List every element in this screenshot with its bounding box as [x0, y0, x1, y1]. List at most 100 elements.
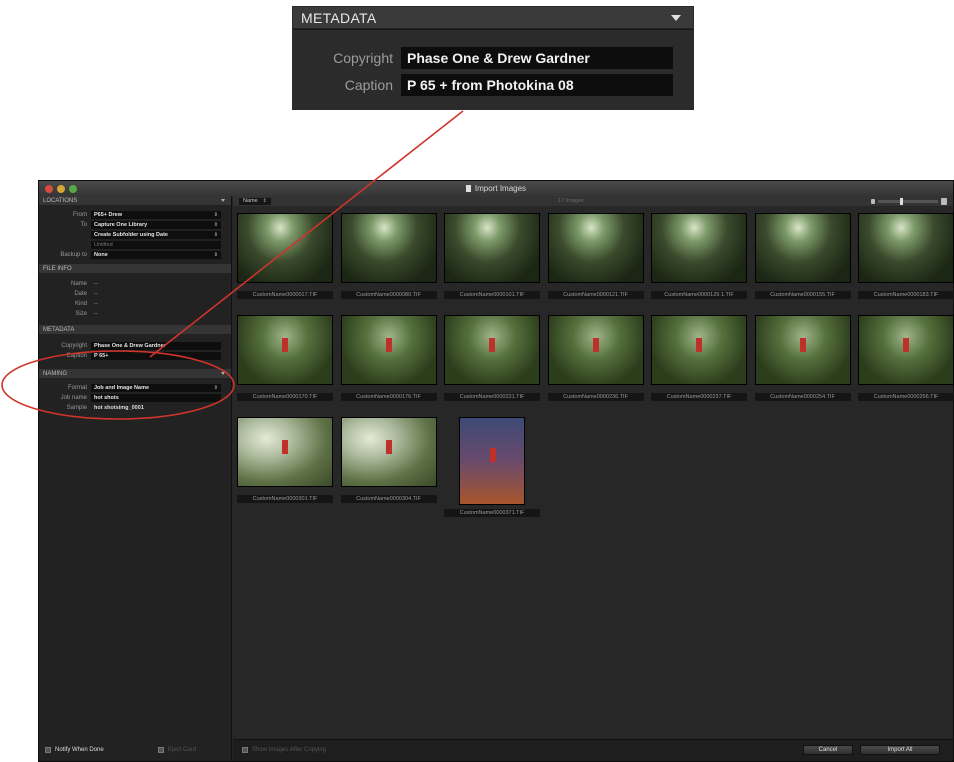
- file-name-value: --: [94, 280, 98, 287]
- checkbox-box[interactable]: [45, 747, 51, 753]
- thumbnail-item[interactable]: CustomName0000080.TIF: [340, 213, 437, 299]
- thumbnail-item[interactable]: CustomName0000301.TIF: [237, 417, 333, 503]
- thumbnail-filename: CustomName0000231.TIF: [444, 393, 540, 401]
- thumbnail-image[interactable]: [754, 315, 851, 385]
- sort-value: Name: [243, 198, 258, 204]
- thumbnail-item[interactable]: CustomName0000017.TIF: [237, 213, 333, 299]
- file-name-row: Name --: [39, 279, 231, 288]
- from-value: P65+ Drew: [94, 211, 122, 218]
- thumbnail-image[interactable]: [340, 213, 437, 283]
- slider-knob[interactable]: [900, 197, 903, 205]
- section-file-info[interactable]: FILE INFO: [39, 264, 231, 273]
- thumbnail-image[interactable]: [651, 315, 747, 385]
- file-size-value: --: [94, 310, 98, 317]
- thumbnail-item[interactable]: CustomName0000236.TIF: [547, 315, 644, 401]
- left-panel: LOCATIONS From P65+ Drew ⇕ To Capture One…: [39, 196, 232, 761]
- cancel-button[interactable]: Cancel: [803, 745, 853, 755]
- thumbnail-image[interactable]: [444, 213, 540, 283]
- bottom-bar: Notify When Done Eject Card Show Images …: [45, 739, 953, 761]
- large-thumbnail-icon: [941, 197, 947, 205]
- backup-select[interactable]: None ⇕: [91, 250, 221, 259]
- thumbnail-item[interactable]: CustomName0000231.TIF: [444, 315, 540, 401]
- subfolder-select[interactable]: Create Subfolder using Date ⇕: [91, 230, 221, 239]
- thumbnail-image[interactable]: [340, 315, 437, 385]
- chevron-down-icon[interactable]: [221, 372, 225, 375]
- subfolder-name-field[interactable]: Untitled: [91, 240, 221, 249]
- thumbnail-item[interactable]: CustomName0000371.TIF: [444, 417, 540, 517]
- section-naming[interactable]: NAMING: [39, 369, 231, 378]
- small-thumbnail-icon: [871, 198, 875, 204]
- thumbnail-image[interactable]: [444, 315, 540, 385]
- thumbnail-item[interactable]: CustomName0000129 1.TIF: [651, 213, 747, 299]
- callout-caption-field[interactable]: P 65 + from Photokina 08: [401, 74, 673, 96]
- caption-field[interactable]: P 65+: [91, 351, 221, 360]
- section-file-info-title: FILE INFO: [43, 265, 72, 272]
- thumbnail-filename: CustomName0000371.TIF: [444, 509, 540, 517]
- thumbnail-item[interactable]: CustomName0000121.TIF: [547, 213, 644, 299]
- thumbnail-image[interactable]: [459, 417, 525, 505]
- thumbnail-item[interactable]: CustomName0000304.TIF: [340, 417, 437, 503]
- thumbnail-image[interactable]: [858, 315, 954, 385]
- backup-value: None: [94, 251, 108, 258]
- to-row: To Capture One Library ⇕: [39, 220, 231, 229]
- sample-row: Sample hot shotsimg_0001: [39, 403, 231, 412]
- title-bar: Import Images: [39, 181, 953, 196]
- thumbnail-item[interactable]: CustomName0000176.TIF: [340, 315, 437, 401]
- thumbnail-image[interactable]: [858, 213, 954, 283]
- thumbnail-image[interactable]: [340, 417, 437, 487]
- thumbnail-item[interactable]: CustomName0000256.TIF: [858, 315, 954, 401]
- copyright-label: Copyright: [61, 342, 87, 349]
- stepper-icon: ⇕: [213, 384, 218, 391]
- to-value: Capture One Library: [94, 221, 148, 228]
- image-count: 17 Images: [558, 198, 584, 204]
- callout-copyright-field[interactable]: Phase One & Drew Gardner: [401, 47, 673, 69]
- thumbnail-size-slider[interactable]: [871, 197, 947, 205]
- jobname-label: Job name: [60, 394, 87, 401]
- figure-mark: [490, 448, 496, 462]
- thumbnail-filename: CustomName0000101.TIF: [444, 291, 540, 299]
- thumbnail-item[interactable]: CustomName0000101.TIF: [444, 213, 540, 299]
- import-all-button[interactable]: Import All: [860, 745, 940, 755]
- document-icon: [465, 185, 471, 192]
- copyright-field[interactable]: Phase One & Drew Gardner: [91, 341, 221, 350]
- checkbox-box[interactable]: [158, 747, 164, 753]
- section-metadata[interactable]: METADATA: [39, 325, 231, 334]
- chevron-down-icon[interactable]: [221, 199, 225, 202]
- thumbnail-image[interactable]: [754, 213, 851, 283]
- show-images-checkbox[interactable]: Show Images After Copying: [242, 747, 326, 753]
- jobname-field[interactable]: hot shots: [91, 393, 221, 402]
- thumbnail-item[interactable]: CustomName0000155.TIF: [754, 213, 851, 299]
- thumbnail-image[interactable]: [547, 213, 644, 283]
- notify-label: Notify When Done: [55, 747, 104, 753]
- thumbnail-item[interactable]: CustomName0000170.TIF: [237, 315, 333, 401]
- thumbnail-filename: CustomName0000080.TIF: [340, 291, 437, 299]
- thumbnail-image[interactable]: [547, 315, 644, 385]
- thumbnail-filename: CustomName0000176.TIF: [340, 393, 437, 401]
- sort-select[interactable]: Name ⇕: [239, 197, 271, 205]
- show-images-label: Show Images After Copying: [252, 747, 327, 753]
- thumbnail-item[interactable]: CustomName0000183.TIF: [858, 213, 954, 299]
- thumbnail-filename: CustomName0000304.TIF: [340, 495, 437, 503]
- slider-track[interactable]: [878, 197, 938, 205]
- figure-mark: [489, 338, 495, 352]
- callout-caption-label: Caption: [344, 77, 393, 93]
- callout-header[interactable]: METADATA: [293, 7, 693, 29]
- thumbnail-image[interactable]: [237, 417, 333, 487]
- thumbnail-image[interactable]: [651, 213, 747, 283]
- collapse-triangle-icon[interactable]: [671, 14, 681, 21]
- caption-label: Caption: [66, 352, 87, 359]
- callout-body: Copyright Phase One & Drew Gardner Capti…: [293, 30, 693, 109]
- section-locations[interactable]: LOCATIONS: [39, 196, 231, 205]
- thumbnail-item[interactable]: CustomName0000237.TIF: [651, 315, 747, 401]
- thumbnail-item[interactable]: CustomName0000254.TIF: [754, 315, 851, 401]
- eject-checkbox[interactable]: Eject Card: [158, 747, 196, 753]
- from-select[interactable]: P65+ Drew ⇕: [91, 210, 221, 219]
- notify-checkbox[interactable]: Notify When Done: [45, 747, 104, 753]
- format-select[interactable]: Job and Image Name ⇕: [91, 383, 221, 392]
- image-browser: Name ⇕ 17 Images CustomName0000017.TIF Cus…: [45, 196, 954, 761]
- thumbnail-image[interactable]: [237, 213, 333, 283]
- checkbox-box[interactable]: [242, 747, 248, 753]
- thumbnail-image[interactable]: [237, 315, 333, 385]
- window-title-text: Import Images: [474, 184, 527, 193]
- to-select[interactable]: Capture One Library ⇕: [91, 220, 221, 229]
